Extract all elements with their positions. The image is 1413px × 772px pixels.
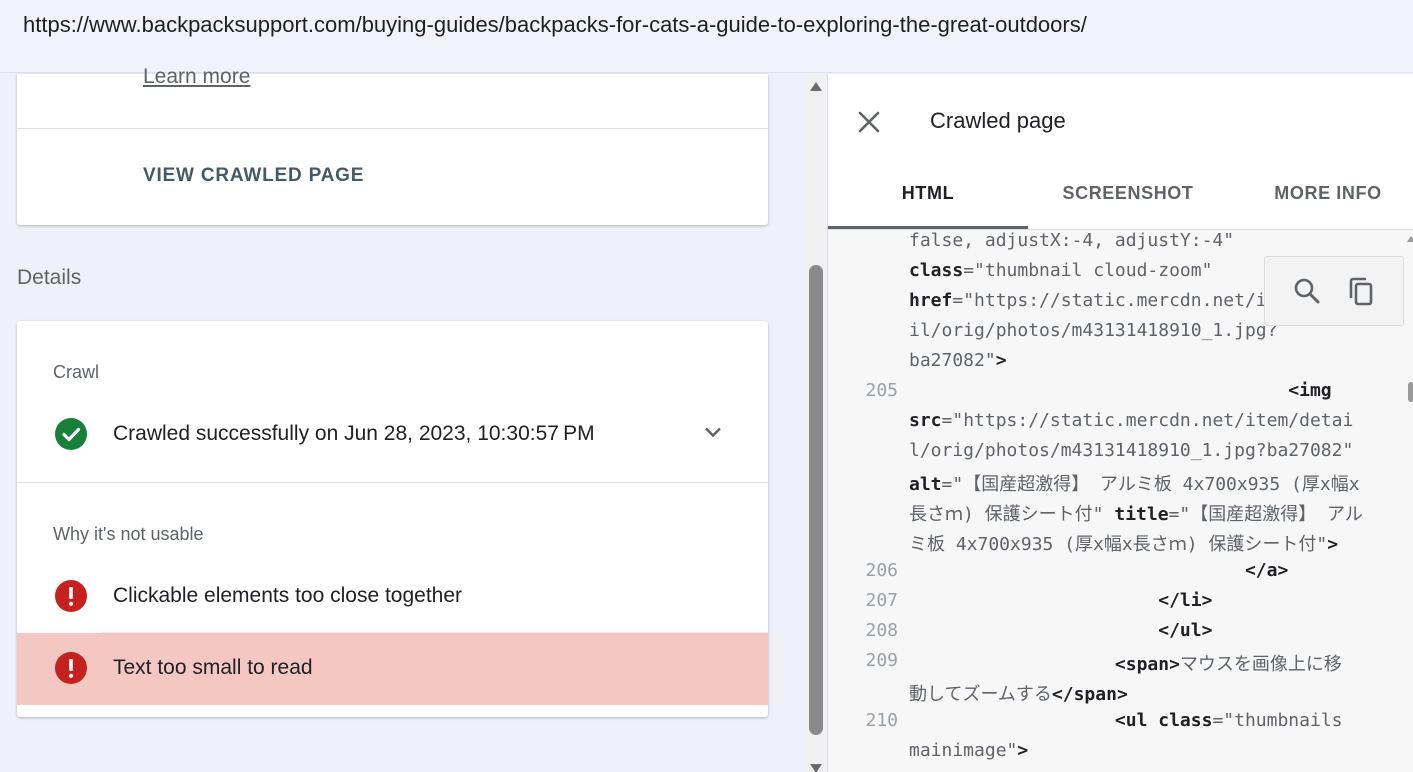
crawled-page-panel: Crawled page HTML SCREENSHOT MORE INFO f… <box>827 74 1413 772</box>
section-divider <box>17 482 768 483</box>
panel-title: Crawled page <box>930 108 1066 133</box>
scrollbar-thumb[interactable] <box>809 265 823 735</box>
code-line: </a> <box>1244 560 1289 581</box>
close-icon[interactable] <box>856 109 882 135</box>
line-number: 206 <box>865 560 898 581</box>
tab-more-info[interactable]: MORE INFO <box>1228 183 1413 204</box>
issue-item-label[interactable]: Clickable elements too close together <box>113 584 462 608</box>
inspection-results-pane: Learn more VIEW CRAWLED PAGE Details Cra… <box>0 65 802 772</box>
card-divider <box>17 128 768 129</box>
page-availability-card: Learn more VIEW CRAWLED PAGE <box>17 65 768 225</box>
html-source-viewer[interactable]: false, adjustX:-4, adjustY:-4" class="thu… <box>828 230 1413 772</box>
code-line: false, adjustX:-4, adjustY:-4" <box>909 230 1235 251</box>
copy-icon[interactable] <box>1345 275 1377 307</box>
why-not-usable-label: Why it's not usable <box>53 524 204 544</box>
crawl-section-label: Crawl <box>53 362 100 382</box>
code-scroll-up-icon[interactable] <box>1407 236 1413 242</box>
tab-screenshot[interactable]: SCREENSHOT <box>1028 183 1228 204</box>
line-number: 209 <box>865 650 898 671</box>
code-line: mainimage"> <box>909 740 1029 761</box>
code-scrollbar-thumb[interactable] <box>1408 382 1413 402</box>
issue-item-label[interactable]: Text too small to read <box>113 656 313 680</box>
error-icon <box>55 652 87 684</box>
code-line: class="thumbnail cloud-zoom" <box>909 260 1213 281</box>
line-number: 208 <box>865 620 898 641</box>
code-line: <span>マウスを画像上に移 <box>1114 654 1342 675</box>
scroll-up-arrow-icon[interactable] <box>810 82 822 91</box>
error-icon <box>55 580 87 612</box>
learn-more-link[interactable]: Learn more <box>143 65 250 89</box>
code-line: alt="【国産超激得】 アルミ板 4x700x935 (厚x幅x <box>909 474 1360 495</box>
code-line: <ul class="thumbnails <box>1114 710 1343 731</box>
details-card: Crawl Crawled successfully on Jun 28, 20… <box>17 321 768 717</box>
code-line: 長さｍ) 保護シート付" title="【国産超激得】 アル <box>909 504 1363 525</box>
line-number: 210 <box>865 710 898 731</box>
url-text[interactable]: https://www.backpacksupport.com/buying-g… <box>23 12 1087 38</box>
search-icon[interactable] <box>1291 275 1323 307</box>
code-line: ba27082"> <box>909 350 1007 371</box>
chevron-down-icon[interactable] <box>701 420 725 444</box>
check-circle-icon <box>55 418 87 450</box>
code-line: 動してズームする</span> <box>909 684 1128 705</box>
line-number: 207 <box>865 590 898 611</box>
code-line: l/orig/photos/m43131418910_1.jpg?ba27082… <box>909 440 1354 461</box>
address-bar[interactable]: https://www.backpacksupport.com/buying-g… <box>0 0 1413 73</box>
details-heading: Details <box>17 266 82 289</box>
code-toolbar <box>1264 256 1404 326</box>
code-line: src="https://static.mercdn.net/item/deta… <box>909 410 1354 431</box>
crawl-status-text: Crawled successfully on Jun 28, 2023, 10… <box>113 422 595 445</box>
code-line: il/orig/photos/m43131418910_1.jpg? <box>909 320 1278 341</box>
left-pane-scrollbar[interactable] <box>806 74 826 772</box>
tab-html[interactable]: HTML <box>828 183 1028 204</box>
code-line: </ul> <box>1158 620 1213 641</box>
scroll-down-arrow-icon[interactable] <box>810 764 822 772</box>
code-line: <img <box>1288 380 1332 401</box>
line-number: 205 <box>865 380 898 401</box>
view-crawled-page-button[interactable]: VIEW CRAWLED PAGE <box>143 165 364 187</box>
code-line: </li> <box>1158 590 1213 611</box>
code-line: ミ板 4x700x935 (厚x幅x長さｍ) 保護シート付"> <box>909 534 1339 555</box>
